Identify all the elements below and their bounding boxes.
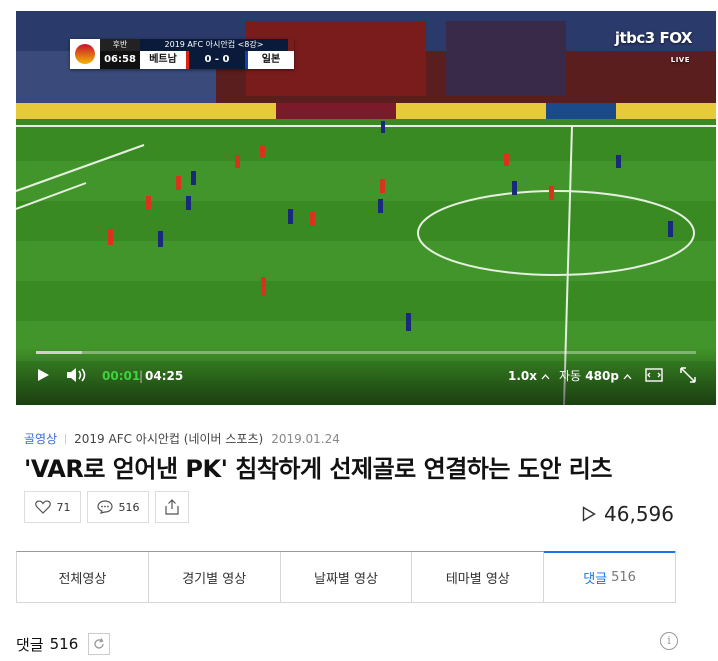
action-bar: 71 516	[24, 491, 189, 523]
live-tag: LIVE	[670, 56, 690, 64]
progress-fill	[36, 351, 83, 354]
tab-by-theme[interactable]: 테마별 영상	[412, 552, 545, 602]
match-score: 0 - 0	[189, 51, 245, 69]
tab-count: 516	[611, 570, 636, 585]
video-player[interactable]: 후반 2019 AFC 아시안컵 <8강> 06:58 베트남 0 - 0 일본…	[16, 11, 716, 405]
tab-by-date[interactable]: 날짜별 영상	[281, 552, 413, 602]
quality-button[interactable]: 자동 480p	[559, 367, 632, 385]
tab-label: 날짜별 영상	[314, 571, 378, 587]
share-button[interactable]	[155, 491, 189, 523]
view-count-value: 46,596	[604, 502, 674, 526]
comment-count: 516	[118, 500, 140, 514]
refresh-icon	[94, 638, 104, 649]
like-button[interactable]: 71	[24, 491, 81, 523]
tab-all-videos[interactable]: 전체영상	[17, 552, 149, 602]
info-icon[interactable]: i	[660, 632, 678, 650]
quality-mode: 자동	[559, 369, 582, 383]
play-icon	[38, 369, 49, 381]
video-frame	[16, 11, 716, 405]
quality-value: 480p	[585, 369, 619, 383]
current-time: 00:01	[102, 369, 141, 383]
away-team: 일본	[248, 51, 294, 69]
share-icon	[165, 499, 179, 515]
view-count: 46,596	[582, 502, 674, 526]
competition-name: 2019 AFC 아시안컵 <8강>	[140, 39, 288, 51]
tab-label: 테마별 영상	[445, 571, 510, 587]
playback-speed-button[interactable]: 1.0x	[508, 367, 550, 385]
video-title: 'VAR로 얻어낸 PK' 침착하게 선제골로 연결하는 도안 리츠	[24, 455, 612, 483]
match-half: 후반	[100, 39, 140, 51]
like-count: 71	[56, 500, 71, 514]
progress-bar[interactable]	[36, 351, 696, 354]
league-link[interactable]: 2019 AFC 아시안컵 (네이버 스포츠)	[74, 430, 263, 447]
scoreboard-overlay: 후반 2019 AFC 아시안컵 <8강> 06:58 베트남 0 - 0 일본	[70, 39, 294, 69]
broadcaster-name: jtbc3 FOX	[614, 29, 693, 47]
fullscreen-icon	[680, 367, 696, 383]
category-link[interactable]: 골영상	[24, 430, 57, 447]
playback-speed: 1.0x	[508, 369, 537, 383]
broadcaster-logo: jtbc3 FOX LIVE	[614, 29, 693, 64]
chevron-up-icon	[623, 374, 632, 380]
tab-label: 전체영상	[58, 571, 107, 587]
pip-button[interactable]	[645, 368, 663, 382]
refresh-button[interactable]	[88, 633, 111, 655]
tournament-logo	[70, 39, 100, 69]
pip-icon	[645, 368, 663, 382]
play-button[interactable]	[36, 368, 50, 382]
tab-label: 경기별 영상	[182, 571, 247, 587]
time-separator: |	[139, 369, 144, 383]
play-outline-icon	[582, 506, 596, 522]
fullscreen-button[interactable]	[680, 367, 696, 383]
volume-button[interactable]	[66, 367, 90, 383]
divider	[65, 433, 67, 444]
chevron-up-icon	[541, 374, 550, 380]
video-tabs: 전체영상 경기별 영상 날짜별 영상 테마별 영상 댓글 516	[16, 551, 676, 603]
home-team: 베트남	[140, 51, 186, 69]
tab-comments[interactable]: 댓글 516	[544, 551, 675, 602]
total-time: 04:25	[145, 369, 184, 383]
tab-label: 댓글	[583, 572, 608, 587]
player-controls: 00:01 | 04:25 1.0x 자동 480p	[16, 347, 716, 405]
video-meta: 골영상 2019 AFC 아시안컵 (네이버 스포츠) 2019.01.24	[24, 430, 340, 447]
heart-icon	[34, 500, 51, 514]
volume-icon	[67, 368, 86, 382]
comments-header: 댓글 516	[16, 633, 111, 655]
comment-bubble-icon	[96, 500, 113, 514]
comments-label: 댓글	[16, 635, 44, 654]
tab-by-match[interactable]: 경기별 영상	[149, 552, 281, 602]
match-clock: 06:58	[100, 51, 140, 69]
comments-count: 516	[49, 635, 79, 653]
comment-button[interactable]: 516	[87, 491, 149, 523]
upload-date: 2019.01.24	[271, 431, 340, 446]
